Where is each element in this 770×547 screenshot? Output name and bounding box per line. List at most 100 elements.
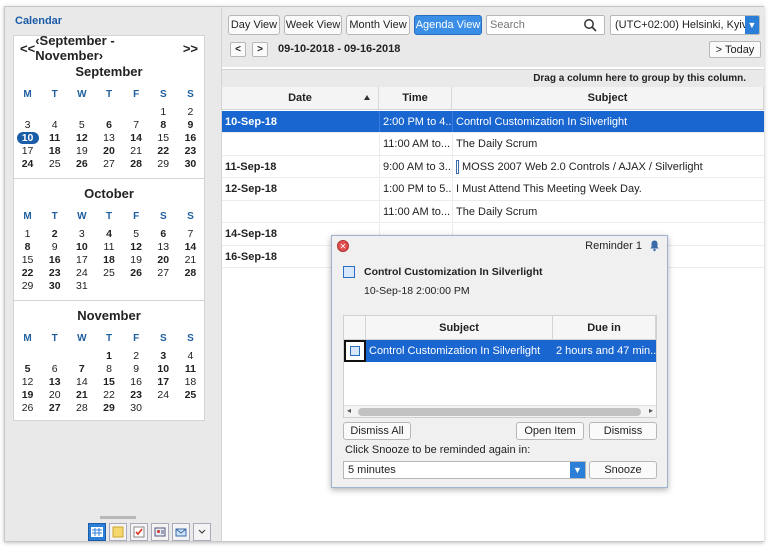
dialog-titlebar[interactable]: ✕ Reminder 1 bbox=[332, 236, 667, 256]
calendar-day[interactable]: 3 bbox=[68, 228, 95, 240]
calendar-day[interactable]: 22 bbox=[150, 145, 177, 157]
calendar-day[interactable]: 14 bbox=[68, 376, 95, 388]
calendar-day[interactable]: 3 bbox=[150, 350, 177, 362]
close-icon[interactable]: ✕ bbox=[337, 240, 349, 252]
calendar-day[interactable]: 23 bbox=[177, 145, 204, 157]
calendar-day[interactable]: 7 bbox=[68, 363, 95, 375]
calendar-day[interactable]: 5 bbox=[123, 228, 150, 240]
calendar-day[interactable]: 6 bbox=[150, 228, 177, 240]
prev-range-button[interactable]: << bbox=[20, 41, 35, 56]
calendar-day[interactable]: 13 bbox=[41, 376, 68, 388]
calendar-day[interactable]: 18 bbox=[177, 376, 204, 388]
calendar-day[interactable]: 10 bbox=[68, 241, 95, 253]
calendar-day[interactable]: 10 bbox=[150, 363, 177, 375]
calendar-day[interactable]: 5 bbox=[14, 363, 41, 375]
more-icon[interactable] bbox=[193, 523, 211, 541]
calendar-day[interactable]: 21 bbox=[68, 389, 95, 401]
calendar-day[interactable]: 26 bbox=[123, 267, 150, 279]
calendar-day[interactable]: 19 bbox=[123, 254, 150, 266]
calendar-day[interactable]: 1 bbox=[95, 350, 122, 362]
snooze-interval-select[interactable]: 5 minutes ▼ bbox=[343, 461, 586, 479]
column-header-date[interactable]: Date bbox=[222, 87, 379, 109]
calendar-day[interactable]: 23 bbox=[123, 389, 150, 401]
agenda-view-button[interactable]: Agenda View bbox=[414, 15, 482, 35]
calendar-day[interactable]: 27 bbox=[150, 267, 177, 279]
tasks-icon[interactable] bbox=[130, 523, 148, 541]
calendar-day[interactable]: 15 bbox=[95, 376, 122, 388]
calendar-day[interactable]: 20 bbox=[150, 254, 177, 266]
calendar-day[interactable]: 26 bbox=[14, 402, 41, 414]
calendar-day[interactable]: 26 bbox=[68, 158, 95, 170]
calendar-day[interactable]: 2 bbox=[123, 350, 150, 362]
calendar-day[interactable]: 19 bbox=[14, 389, 41, 401]
column-header-subject[interactable]: Subject bbox=[452, 87, 764, 109]
calendar-day[interactable]: 11 bbox=[41, 132, 68, 144]
calendar-day[interactable]: 24 bbox=[68, 267, 95, 279]
dismiss-all-button[interactable]: Dismiss All bbox=[343, 422, 411, 440]
timezone-select[interactable]: (UTC+02:00) Helsinki, Kyiv, ▼ bbox=[610, 15, 760, 35]
calendar-day[interactable]: 2 bbox=[41, 228, 68, 240]
calendar-day[interactable]: 12 bbox=[14, 376, 41, 388]
calendar-day[interactable]: 7 bbox=[123, 119, 150, 131]
calendar-day[interactable]: 4 bbox=[177, 350, 204, 362]
calendar-day[interactable]: 27 bbox=[95, 158, 122, 170]
calendar-day[interactable]: 28 bbox=[68, 402, 95, 414]
calendar-day[interactable]: 9 bbox=[123, 363, 150, 375]
mail-icon[interactable] bbox=[172, 523, 190, 541]
scroll-right-icon[interactable]: ▸ bbox=[649, 406, 653, 415]
agenda-row[interactable]: 11:00 AM to... The Daily Scrum bbox=[222, 133, 764, 156]
calendar-day[interactable]: 11 bbox=[95, 241, 122, 253]
calendar-day[interactable]: 10 bbox=[16, 132, 39, 144]
agenda-row[interactable]: 11-Sep-18 9:00 AM to 3... MOSS 2007 Web 2.… bbox=[222, 156, 764, 178]
calendar-day[interactable]: 6 bbox=[41, 363, 68, 375]
scroll-left-icon[interactable]: ◂ bbox=[347, 406, 351, 415]
today-button[interactable]: > Today bbox=[709, 41, 761, 58]
calendar-day[interactable]: 2 bbox=[177, 106, 204, 118]
calendar-day[interactable]: 16 bbox=[41, 254, 68, 266]
calendar-day[interactable]: 24 bbox=[14, 158, 41, 170]
calendar-day[interactable]: 14 bbox=[123, 132, 150, 144]
calendar-day[interactable]: 15 bbox=[14, 254, 41, 266]
column-header-time[interactable]: Time bbox=[379, 87, 452, 109]
calendar-day[interactable]: 17 bbox=[150, 376, 177, 388]
next-week-button[interactable]: > bbox=[252, 42, 268, 57]
chevron-down-icon[interactable]: ▼ bbox=[745, 16, 759, 34]
week-view-button[interactable]: Week View bbox=[284, 15, 342, 35]
next-range-button[interactable]: >> bbox=[183, 41, 198, 56]
horizontal-scrollbar[interactable]: ◂ ▸ bbox=[344, 405, 656, 417]
calendar-day[interactable]: 29 bbox=[150, 158, 177, 170]
calendar-day[interactable]: 22 bbox=[95, 389, 122, 401]
calendar-day[interactable]: 8 bbox=[95, 363, 122, 375]
scrollbar-thumb[interactable] bbox=[358, 408, 641, 416]
calendar-day[interactable]: 30 bbox=[123, 402, 150, 414]
chevron-down-icon[interactable]: ▼ bbox=[570, 462, 585, 478]
search-icon[interactable] bbox=[583, 18, 597, 32]
calendar-day[interactable]: 28 bbox=[177, 267, 204, 279]
calendar-day[interactable]: 18 bbox=[41, 145, 68, 157]
calendar-day[interactable]: 20 bbox=[95, 145, 122, 157]
calendar-day[interactable]: 17 bbox=[68, 254, 95, 266]
calendar-day[interactable]: 13 bbox=[150, 241, 177, 253]
calendar-day[interactable]: 24 bbox=[150, 389, 177, 401]
column-header-subject[interactable]: Subject bbox=[366, 316, 553, 339]
calendar-day[interactable]: 30 bbox=[41, 280, 68, 292]
calendar-day[interactable]: 5 bbox=[68, 119, 95, 131]
calendar-day[interactable]: 25 bbox=[177, 389, 204, 401]
calendar-day[interactable]: 6 bbox=[95, 119, 122, 131]
calendar-day[interactable]: 13 bbox=[95, 132, 122, 144]
calendar-day[interactable]: 21 bbox=[123, 145, 150, 157]
agenda-row[interactable]: 10-Sep-18 2:00 PM to 4... Control Customiz… bbox=[222, 111, 764, 133]
calendar-day[interactable]: 17 bbox=[14, 145, 41, 157]
day-view-button[interactable]: Day View bbox=[228, 15, 280, 35]
calendar-day[interactable]: 16 bbox=[177, 132, 204, 144]
calendar-day[interactable]: 29 bbox=[95, 402, 122, 414]
dismiss-button[interactable]: Dismiss bbox=[589, 422, 657, 440]
calendar-day[interactable]: 1 bbox=[150, 106, 177, 118]
calendar-day[interactable]: 19 bbox=[68, 145, 95, 157]
calendar-day[interactable]: 9 bbox=[177, 119, 204, 131]
calendar-icon[interactable] bbox=[88, 523, 106, 541]
calendar-day[interactable]: 8 bbox=[150, 119, 177, 131]
calendar-day[interactable]: 23 bbox=[41, 267, 68, 279]
contacts-icon[interactable] bbox=[151, 523, 169, 541]
calendar-day[interactable]: 28 bbox=[123, 158, 150, 170]
